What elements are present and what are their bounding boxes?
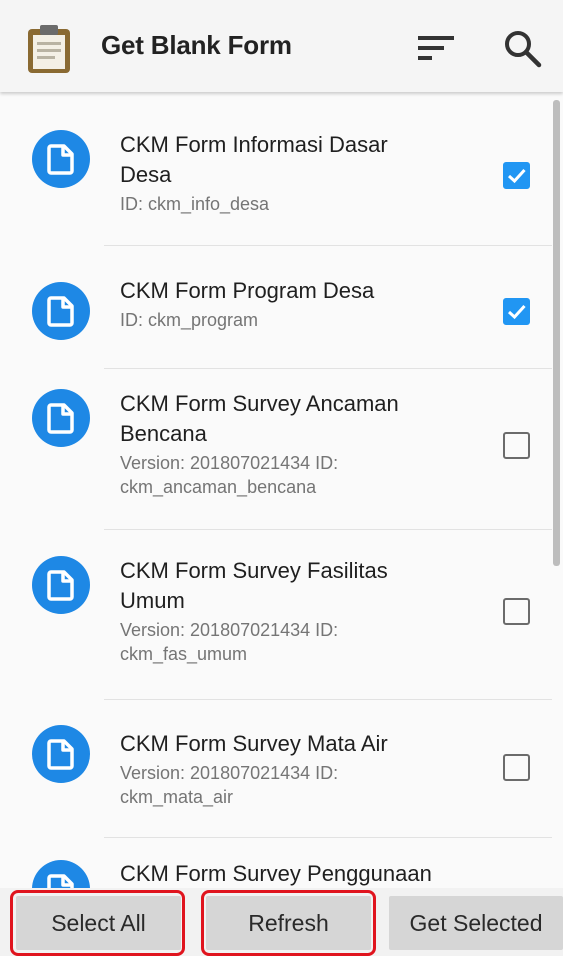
form-title: CKM Form Informasi Dasar xyxy=(120,132,388,157)
form-list-item[interactable]: CKM Form Informasi Dasar Desa ID: ckm_info… xyxy=(0,92,552,246)
checkmark-icon xyxy=(507,304,526,320)
form-list-item[interactable]: CKM Form Survey Ancaman Bencana Version: 2… xyxy=(0,369,552,530)
checkbox-unchecked[interactable] xyxy=(503,432,530,459)
select-all-button[interactable]: Select All xyxy=(16,896,181,950)
form-file-icon xyxy=(32,725,90,783)
form-subtitle: Version: 201807021434 ID: xyxy=(120,620,339,640)
form-list-item[interactable]: CKM Form Survey Fasilitas Umum Version: 20… xyxy=(0,530,552,700)
form-title: Umum xyxy=(120,588,185,613)
get-selected-button[interactable]: Get Selected xyxy=(389,896,563,950)
scrollbar[interactable] xyxy=(553,100,560,566)
page-title: Get Blank Form xyxy=(101,30,292,60)
form-title: CKM Form Survey Fasilitas xyxy=(120,558,388,583)
form-subtitle: ID: ckm_info_desa xyxy=(120,194,270,214)
refresh-button[interactable]: Refresh xyxy=(206,896,371,950)
clipboard-icon xyxy=(28,25,70,73)
form-title: CKM Form Survey Mata Air xyxy=(120,731,388,756)
form-file-icon xyxy=(32,556,90,614)
checkbox-unchecked[interactable] xyxy=(503,598,530,625)
form-subtitle: ckm_fas_umum xyxy=(120,644,248,664)
form-title: Desa xyxy=(120,162,172,187)
form-title: CKM Form Survey Penggunaan xyxy=(120,861,432,886)
checkbox-checked[interactable] xyxy=(503,298,530,325)
form-title: Bencana xyxy=(120,421,207,446)
form-file-icon xyxy=(32,860,90,888)
search-icon[interactable] xyxy=(500,26,544,70)
form-list-item[interactable]: CKM Form Program Desa ID: ckm_program xyxy=(0,246,552,369)
form-title: CKM Form Survey Ancaman xyxy=(120,391,399,416)
form-subtitle: ckm_mata_air xyxy=(120,787,234,807)
form-file-icon xyxy=(32,130,90,188)
form-list-item[interactable]: CKM Form Survey Penggunaan xyxy=(0,838,552,888)
checkbox-unchecked[interactable] xyxy=(503,754,530,781)
form-subtitle: ckm_ancaman_bencana xyxy=(120,477,317,497)
checkbox-checked[interactable] xyxy=(503,162,530,189)
app-bar: Get Blank Form xyxy=(0,0,563,92)
checkmark-icon xyxy=(507,168,526,184)
form-subtitle: ID: ckm_program xyxy=(120,310,259,330)
sort-icon[interactable] xyxy=(414,30,458,66)
form-file-icon xyxy=(32,389,90,447)
form-list[interactable]: CKM Form Informasi Dasar Desa ID: ckm_info… xyxy=(0,92,563,888)
form-list-item[interactable]: CKM Form Survey Mata Air Version: 2018070… xyxy=(0,700,552,838)
form-subtitle: Version: 201807021434 ID: xyxy=(120,763,339,783)
form-subtitle: Version: 201807021434 ID: xyxy=(120,453,339,473)
form-title: CKM Form Program Desa xyxy=(120,278,375,303)
bottom-action-bar: Select All Refresh Get Selected xyxy=(0,888,563,956)
form-file-icon xyxy=(32,282,90,340)
